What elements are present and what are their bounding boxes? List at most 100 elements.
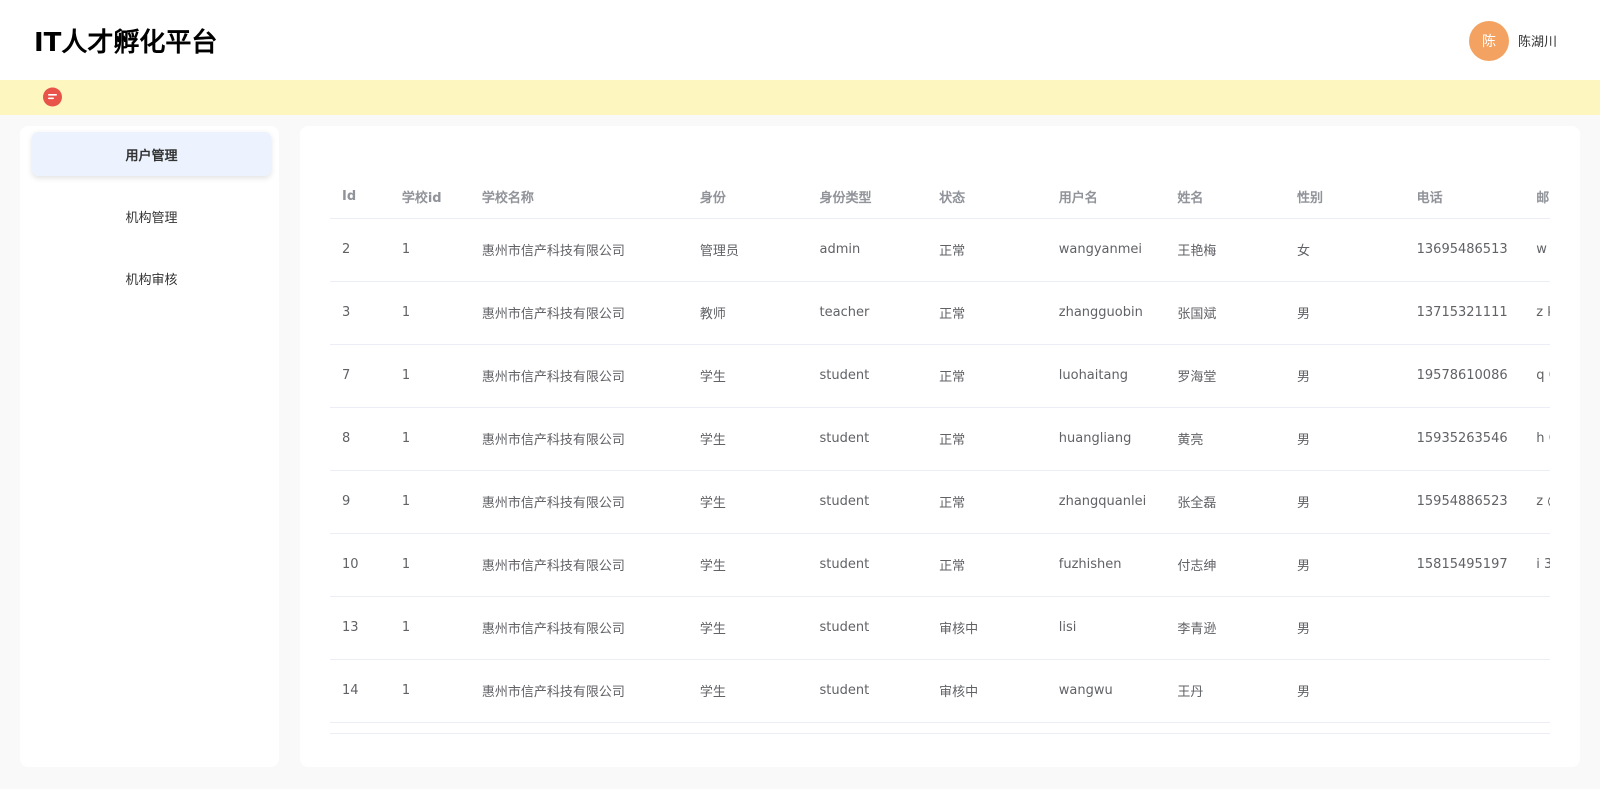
cell-name: 王丹 <box>1165 659 1285 723</box>
sidebar-item-label: 机构管理 <box>125 210 178 226</box>
cell-identity-type: student <box>807 596 928 660</box>
cell-identity-type: student <box>807 470 928 534</box>
column-header-school-id[interactable]: 学校id <box>389 176 470 219</box>
cell-username: zhangquanlei <box>1046 470 1166 534</box>
cell-identity: 学生 <box>687 659 808 723</box>
sidebar-item-label: 用户管理 <box>125 148 178 164</box>
table-header-row: Id 学校id 学校名称 身份 身份类型 状态 用户名 姓名 性别 电话 邮 <box>330 176 1550 219</box>
cell-school-id: 1 <box>389 344 470 408</box>
table-row[interactable]: 13 1 惠州市信产科技有限公司 学生 student 审核中 lisi 李青逊男 <box>330 596 1550 660</box>
column-header-email[interactable]: 邮 <box>1524 176 1550 219</box>
cell-name: 付志绅 <box>1165 533 1285 597</box>
cell-identity: 学生 <box>687 533 808 597</box>
sidebar-item-org-review[interactable]: 机构审核 <box>32 256 271 300</box>
cell-school-name: 惠州市信产科技有限公司 <box>469 218 688 282</box>
cell-name: 李青逊 <box>1165 596 1285 660</box>
cell-email: z @ <box>1524 470 1550 534</box>
cell-identity-type: student <box>807 659 928 723</box>
cell-id: 13 <box>330 596 390 660</box>
cell-school-id: 1 <box>389 218 470 282</box>
column-header-id[interactable]: Id <box>330 176 390 219</box>
cell-identity-type: admin <box>807 218 928 282</box>
cell-school-id: 1 <box>389 407 470 471</box>
table-bottom-border <box>330 733 1550 734</box>
cell-gender: 女 <box>1285 218 1405 282</box>
cell-identity: 学生 <box>687 470 808 534</box>
cell-gender: 男 <box>1285 533 1405 597</box>
table-row[interactable]: 10 1 惠州市信产科技有限公司 学生 student 正常 fuzhishen 付志绅男 15… <box>330 533 1550 597</box>
cell-username: huangliang <box>1046 407 1166 471</box>
cell-phone: 15954886523 <box>1404 470 1525 534</box>
cell-phone: 15815495197 <box>1404 533 1525 597</box>
cell-identity-type: student <box>807 407 928 471</box>
cell-status: 审核中 <box>927 659 1047 723</box>
cell-username: wangwu <box>1046 659 1166 723</box>
column-header-identity[interactable]: 身份 <box>687 176 808 219</box>
sidebar-item-user-management[interactable]: 用户管理 <box>32 132 271 176</box>
cell-identity: 学生 <box>687 596 808 660</box>
cell-identity: 学生 <box>687 407 808 471</box>
cell-school-name: 惠州市信产科技有限公司 <box>469 281 688 345</box>
cell-id: 2 <box>330 218 390 282</box>
cell-status: 正常 <box>927 281 1047 345</box>
column-header-status[interactable]: 状态 <box>927 176 1047 219</box>
column-header-school-name[interactable]: 学校名称 <box>469 176 688 219</box>
sidebar-item-label: 机构审核 <box>125 272 178 288</box>
column-header-username[interactable]: 用户名 <box>1046 176 1166 219</box>
notice-bar <box>0 80 1600 115</box>
cell-identity: 教师 <box>687 281 808 345</box>
cell-school-name: 惠州市信产科技有限公司 <box>469 407 688 471</box>
table-row[interactable]: 9 1 惠州市信产科技有限公司 学生 student 正常 zhangquanlei 张全磊男… <box>330 470 1550 534</box>
cell-username: lisi <box>1046 596 1166 660</box>
sidebar-item-org-management[interactable]: 机构管理 <box>32 194 271 238</box>
cell-name: 张全磊 <box>1165 470 1285 534</box>
cell-gender: 男 <box>1285 470 1405 534</box>
cell-phone: 13715321111 <box>1404 281 1525 345</box>
cell-status: 正常 <box>927 344 1047 408</box>
column-header-identity-type[interactable]: 身份类型 <box>807 176 928 219</box>
column-header-phone[interactable]: 电话 <box>1404 176 1525 219</box>
cell-school-id: 1 <box>389 281 470 345</box>
main-content: Id 学校id 学校名称 身份 身份类型 状态 用户名 姓名 性别 电话 邮 2… <box>300 126 1580 767</box>
cell-identity-type: student <box>807 533 928 597</box>
cell-identity-type: student <box>807 344 928 408</box>
message-icon[interactable] <box>42 87 63 108</box>
cell-id: 14 <box>330 659 390 723</box>
cell-phone: 13695486513 <box>1404 218 1525 282</box>
cell-username: wangyanmei <box>1046 218 1166 282</box>
cell-school-id: 1 <box>389 596 470 660</box>
cell-username: zhangguobin <box>1046 281 1166 345</box>
table-row[interactable]: 7 1 惠州市信产科技有限公司 学生 student 正常 luohaitang 罗海堂男 19… <box>330 344 1550 408</box>
header: IT人才孵化平台 陈 陈湖川 <box>0 0 1600 80</box>
cell-id: 3 <box>330 281 390 345</box>
cell-status: 正常 <box>927 407 1047 471</box>
cell-id: 7 <box>330 344 390 408</box>
cell-school-name: 惠州市信产科技有限公司 <box>469 344 688 408</box>
cell-phone: 19578610086 <box>1404 344 1525 408</box>
cell-status: 正常 <box>927 218 1047 282</box>
cell-gender: 男 <box>1285 596 1405 660</box>
cell-school-name: 惠州市信产科技有限公司 <box>469 596 688 660</box>
cell-name: 黄亮 <box>1165 407 1285 471</box>
cell-name: 罗海堂 <box>1165 344 1285 408</box>
cell-username: fuzhishen <box>1046 533 1166 597</box>
cell-status: 审核中 <box>927 596 1047 660</box>
column-header-name[interactable]: 姓名 <box>1165 176 1285 219</box>
cell-name: 张国斌 <box>1165 281 1285 345</box>
table-row[interactable]: 14 1 惠州市信产科技有限公司 学生 student 审核中 wangwu 王丹男 <box>330 659 1550 723</box>
avatar[interactable]: 陈 <box>1469 21 1509 61</box>
cell-phone: 15935263546 <box>1404 407 1525 471</box>
user-name[interactable]: 陈湖川 <box>1518 31 1557 50</box>
user-table-wrapper: Id 学校id 学校名称 身份 身份类型 状态 用户名 姓名 性别 电话 邮 2… <box>330 176 1550 761</box>
column-header-gender[interactable]: 性别 <box>1285 176 1405 219</box>
table-row[interactable]: 8 1 惠州市信产科技有限公司 学生 student 正常 huangliang 黄亮男 159… <box>330 407 1550 471</box>
table-row[interactable]: 2 1 惠州市信产科技有限公司 管理员 admin 正常 wangyanmei 王艳梅女 136… <box>330 218 1550 282</box>
cell-gender: 男 <box>1285 344 1405 408</box>
cell-email: z k <box>1524 281 1550 345</box>
table-row[interactable]: 3 1 惠州市信产科技有限公司 教师 teacher 正常 zhangguobin 张国斌男 1… <box>330 281 1550 345</box>
cell-gender: 男 <box>1285 407 1405 471</box>
cell-identity: 管理员 <box>687 218 808 282</box>
cell-email: w 1 <box>1524 218 1550 282</box>
table-body: 2 1 惠州市信产科技有限公司 管理员 admin 正常 wangyanmei 王艳梅女 136… <box>330 218 1550 723</box>
cell-id: 8 <box>330 407 390 471</box>
